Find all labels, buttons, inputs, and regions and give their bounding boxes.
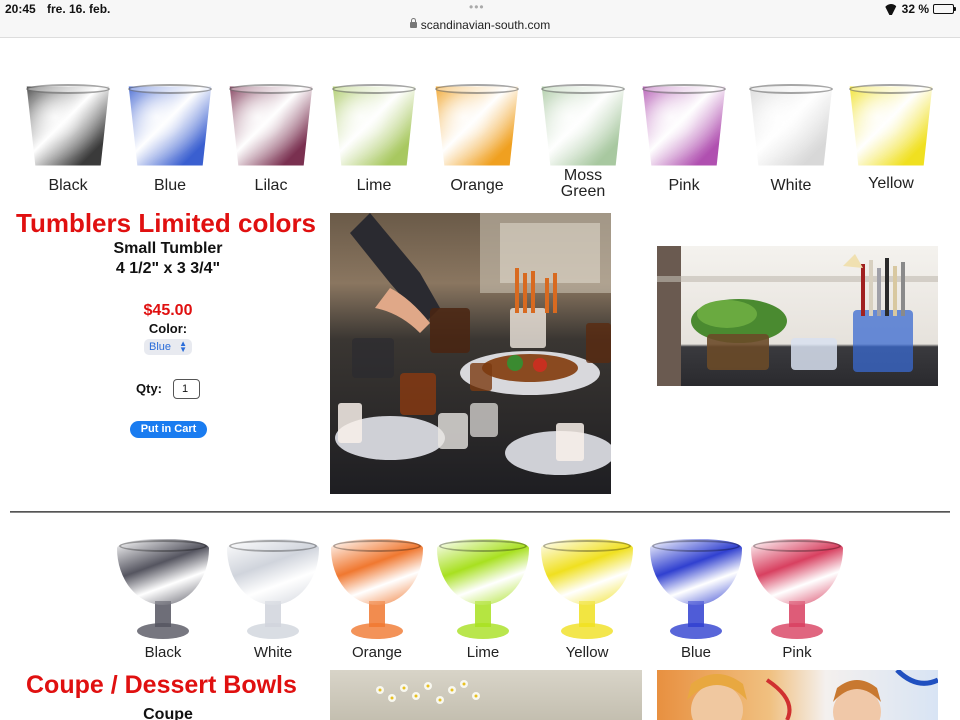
- status-indicators: 32 %: [884, 2, 956, 16]
- kids-illustration: [687, 670, 938, 720]
- tumbler-rim: [128, 84, 212, 94]
- color-label: Color:: [148, 321, 188, 336]
- section-divider: [10, 511, 950, 513]
- url-text: scandinavian-south.com: [420, 18, 551, 32]
- bowl-rim: [229, 540, 317, 552]
- browser-status-bar: 20:45 fre. 16. feb. ••• scandinavian-sou…: [0, 0, 960, 38]
- bowl-rim: [543, 540, 631, 552]
- tumbler-rim: [435, 84, 519, 94]
- tumbler-swatch[interactable]: Yellow: [848, 83, 934, 203]
- tumbler-glass-image: [849, 86, 933, 166]
- tumbler-glass-image: [642, 86, 726, 166]
- tumbler-rim: [229, 84, 313, 94]
- shelf-plant-photo: [657, 246, 938, 386]
- tumbler-swatch[interactable]: Black: [25, 83, 111, 203]
- tumbler-rim: [26, 84, 110, 94]
- tumbler-glass-image: [26, 86, 110, 166]
- table-setting-photo: [330, 213, 611, 494]
- tumbler-glass-image: [749, 86, 833, 166]
- tumbler-swatch[interactable]: Lilac: [228, 83, 314, 203]
- tumbler-swatch[interactable]: Blue: [127, 83, 213, 203]
- tumbler-rim: [332, 84, 416, 94]
- bowl-rim: [652, 540, 740, 552]
- qty-input[interactable]: 1: [173, 379, 200, 399]
- bowl-swatch[interactable]: Orange: [331, 539, 423, 661]
- select-chevron-icon: ▲ ▼: [179, 339, 187, 354]
- bowl-product-name: Coupe: [143, 706, 193, 720]
- product-name: Small Tumbler: [113, 240, 223, 257]
- tumbler-rim: [849, 84, 933, 94]
- bowl-rim: [119, 540, 207, 552]
- bowl-rim: [333, 540, 421, 552]
- tumbler-swatch[interactable]: Lime: [331, 83, 417, 203]
- tumbler-rim: [749, 84, 833, 94]
- tumbler-glass-image: [128, 86, 212, 166]
- tumblers-section-title: Tumblers Limited colors: [16, 208, 317, 238]
- bowl-rim: [439, 540, 527, 552]
- tumbler-glass-image: [541, 86, 625, 166]
- bowl-swatch[interactable]: Blue: [650, 539, 742, 661]
- tumbler-swatch-label: Yellow: [868, 175, 914, 192]
- tumbler-swatch[interactable]: White: [748, 83, 834, 203]
- color-select[interactable]: Blue ▲ ▼: [144, 339, 192, 355]
- wifi-icon: [884, 4, 898, 15]
- tumbler-swatch[interactable]: Moss Green: [540, 83, 626, 203]
- color-select-value: Blue: [149, 341, 172, 353]
- bowl-swatch[interactable]: White: [227, 539, 319, 661]
- flowers-illustration: [376, 680, 480, 704]
- kids-photo: [657, 670, 938, 720]
- more-dots-icon[interactable]: •••: [469, 0, 485, 14]
- tumbler-glass-image: [332, 86, 416, 166]
- bowl-flowers-photo: [330, 670, 642, 720]
- status-time: 20:45: [5, 2, 36, 16]
- address-bar[interactable]: scandinavian-south.com: [0, 18, 960, 32]
- table-setting-illustration: [335, 213, 611, 475]
- product-price: $45.00: [143, 302, 193, 319]
- bowls-section-title: Coupe / Dessert Bowls: [26, 671, 297, 699]
- tumbler-swatch[interactable]: Orange: [434, 83, 520, 203]
- product-dimensions: 4 1/2" x 3 3/4": [115, 260, 221, 277]
- lock-icon: [409, 18, 417, 28]
- battery-icon: [933, 4, 956, 14]
- bowl-swatch-label: Pink: [782, 644, 812, 661]
- tumbler-rim: [642, 84, 726, 94]
- tumbler-swatch[interactable]: Pink: [641, 83, 727, 203]
- bowl-rim: [753, 540, 841, 552]
- bowl-swatch[interactable]: Black: [117, 539, 209, 661]
- put-in-cart-button[interactable]: Put in Cart: [130, 421, 207, 438]
- bowl-swatch[interactable]: Yellow: [541, 539, 633, 661]
- status-date: fre. 16. feb.: [47, 2, 111, 16]
- tumbler-rim: [541, 84, 625, 94]
- tumbler-glass-image: [229, 86, 313, 166]
- shelf-illustration: [657, 246, 938, 386]
- tumbler-glass-image: [435, 86, 519, 166]
- battery-percent: 32 %: [901, 2, 929, 16]
- bowl-swatch[interactable]: Lime: [437, 539, 529, 661]
- bowl-swatch[interactable]: Pink: [751, 539, 843, 661]
